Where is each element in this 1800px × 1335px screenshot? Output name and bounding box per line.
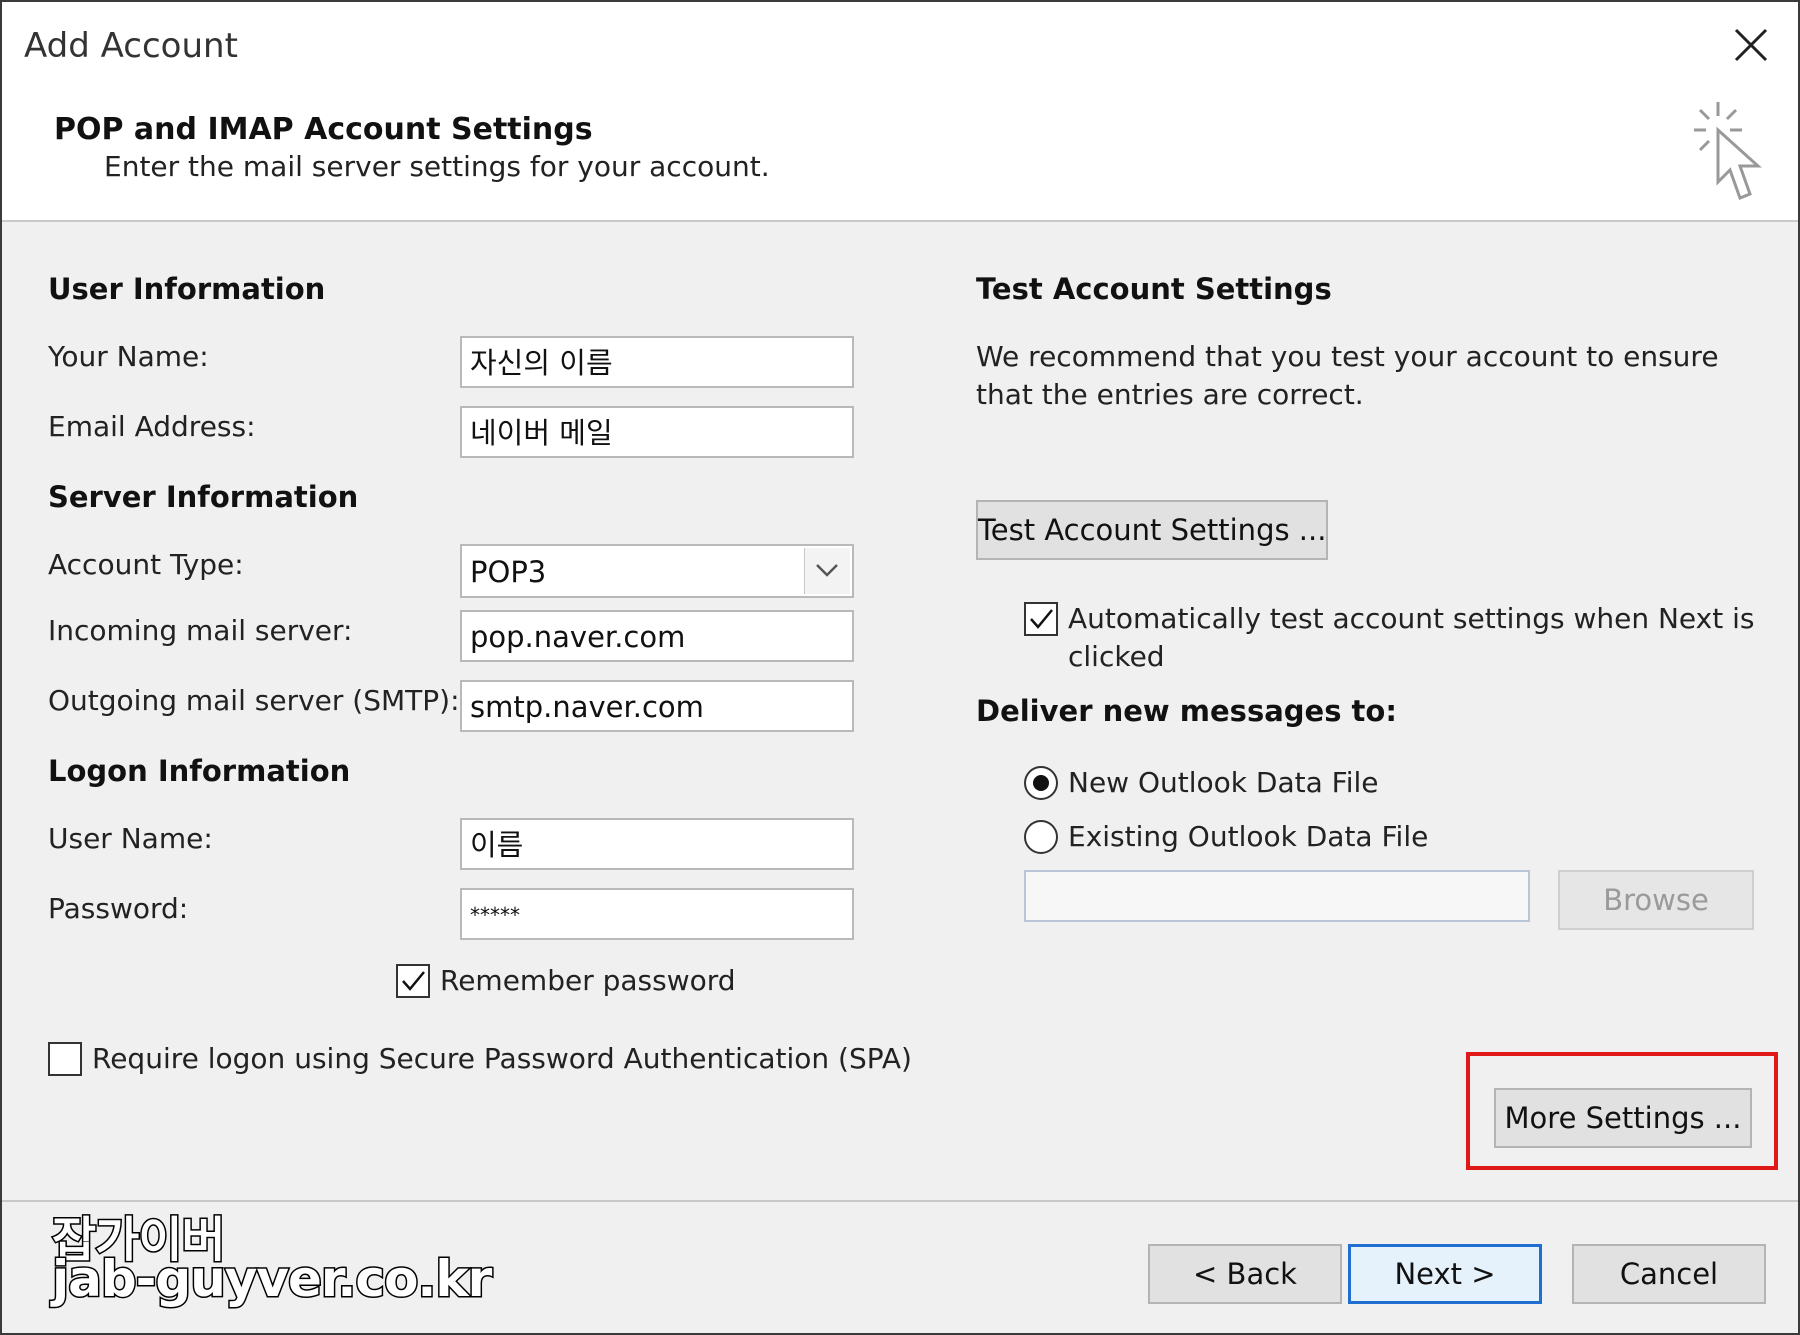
- back-button[interactable]: < Back: [1148, 1244, 1342, 1304]
- browse-button: Browse: [1558, 870, 1754, 930]
- your-name-field[interactable]: 자신의 이름: [460, 336, 854, 388]
- password-field[interactable]: *****: [460, 888, 854, 940]
- password-label: Password:: [48, 892, 189, 925]
- remember-password-label[interactable]: Remember password: [440, 964, 736, 997]
- auto-test-label-line2[interactable]: clicked: [1068, 640, 1165, 673]
- window-title: Add Account: [24, 26, 238, 66]
- section-subtitle: Enter the mail server settings for your …: [104, 150, 770, 183]
- logon-information-heading: Logon Information: [48, 754, 351, 788]
- test-account-heading: Test Account Settings: [976, 272, 1332, 306]
- chevron-down-icon[interactable]: [804, 548, 850, 594]
- add-account-dialog: Add Account POP and IMAP Account Setting…: [0, 0, 1800, 1335]
- outgoing-server-label: Outgoing mail server (SMTP):: [48, 684, 460, 717]
- incoming-server-field[interactable]: pop.naver.com: [460, 610, 854, 662]
- incoming-server-label: Incoming mail server:: [48, 614, 353, 647]
- outgoing-server-field[interactable]: smtp.naver.com: [460, 680, 854, 732]
- existing-data-file-radio[interactable]: [1024, 820, 1058, 854]
- checkmark-icon: [1030, 609, 1053, 629]
- user-information-heading: User Information: [48, 272, 326, 306]
- existing-data-file-path-field: [1024, 870, 1530, 922]
- deliver-messages-heading: Deliver new messages to:: [976, 694, 1397, 728]
- new-data-file-radio[interactable]: [1024, 766, 1058, 800]
- more-settings-highlight-box: [1466, 1052, 1778, 1170]
- new-data-file-label[interactable]: New Outlook Data File: [1068, 766, 1379, 799]
- watermark-url: jab-guyver.co.kr: [50, 1249, 493, 1310]
- server-information-heading: Server Information: [48, 480, 359, 514]
- test-account-description: We recommend that you test your account …: [976, 340, 1719, 411]
- cursor-sparkle-icon: [1684, 96, 1784, 216]
- existing-data-file-label[interactable]: Existing Outlook Data File: [1068, 820, 1428, 853]
- checkmark-icon: [402, 971, 425, 991]
- next-button[interactable]: Next >: [1348, 1244, 1542, 1304]
- email-address-field[interactable]: 네이버 메일: [460, 406, 854, 458]
- auto-test-label-line1[interactable]: Automatically test account settings when…: [1068, 602, 1754, 635]
- account-type-select[interactable]: POP3: [460, 544, 854, 598]
- test-account-settings-button[interactable]: Test Account Settings ...: [976, 500, 1328, 560]
- spa-checkbox[interactable]: [48, 1042, 82, 1076]
- user-name-field[interactable]: 이름: [460, 818, 854, 870]
- dialog-header: Add Account POP and IMAP Account Setting…: [2, 2, 1798, 222]
- spa-label[interactable]: Require logon using Secure Password Auth…: [92, 1042, 912, 1075]
- user-name-label: User Name:: [48, 822, 213, 855]
- account-type-label: Account Type:: [48, 548, 244, 581]
- account-type-value: POP3: [470, 555, 547, 589]
- remember-password-checkbox[interactable]: [396, 964, 430, 998]
- close-icon[interactable]: [1730, 24, 1772, 66]
- cancel-button[interactable]: Cancel: [1572, 1244, 1766, 1304]
- your-name-label: Your Name:: [48, 340, 209, 373]
- email-address-label: Email Address:: [48, 410, 256, 443]
- footer-divider: [2, 1200, 1798, 1202]
- auto-test-checkbox[interactable]: [1024, 602, 1058, 636]
- section-title: POP and IMAP Account Settings: [54, 112, 593, 147]
